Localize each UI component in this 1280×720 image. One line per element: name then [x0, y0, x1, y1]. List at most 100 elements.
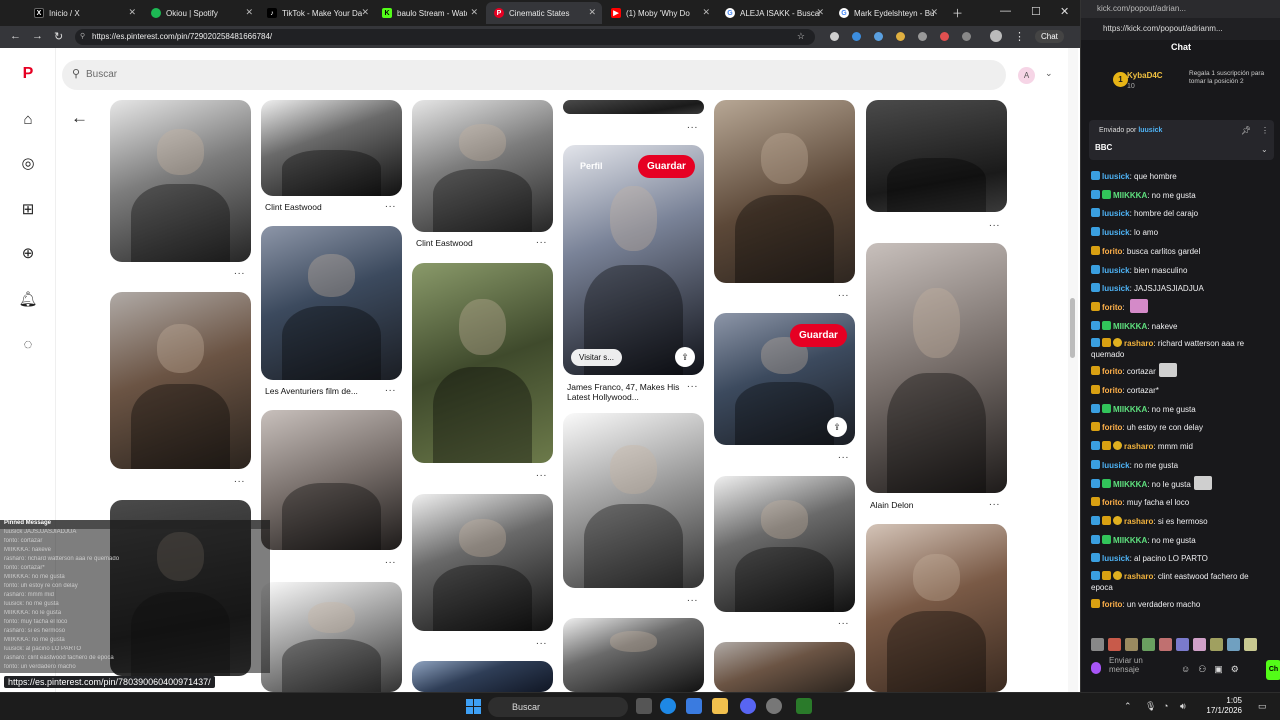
forward-icon[interactable]: → — [32, 30, 43, 42]
pinned-message[interactable]: Enviado por luusick 📌︎ ⋮ BBC ⌄ — [1089, 120, 1274, 160]
pin-image[interactable] — [261, 100, 402, 196]
close-icon[interactable]: ✕ — [361, 7, 369, 18]
avatar[interactable]: A — [1018, 67, 1035, 84]
pin-image[interactable] — [714, 476, 855, 612]
more-options-icon[interactable]: ... — [838, 450, 849, 461]
pin-image[interactable] — [261, 582, 402, 692]
pin-image[interactable] — [563, 413, 704, 588]
obs-icon[interactable] — [766, 698, 782, 714]
chat-message[interactable]: luusick: JAJSJJASJIADJUA — [1091, 280, 1271, 299]
tab-x[interactable]: X Inicio / X ✕ — [26, 2, 142, 24]
chat-message[interactable]: luusick: que hombre — [1091, 168, 1271, 187]
more-options-icon[interactable]: ... — [536, 468, 547, 479]
more-options-icon[interactable]: ... — [536, 636, 547, 647]
chat-message[interactable]: luusick: al pacino LO PARTO — [1091, 550, 1271, 569]
pin-image[interactable] — [412, 263, 553, 463]
tab-tiktok[interactable]: ♪ TikTok - Make Your Day ✕ — [259, 2, 375, 24]
scrollbar-thumb[interactable] — [1070, 298, 1075, 358]
chat-message[interactable]: luusick: lo amo — [1091, 224, 1271, 243]
pin-icon[interactable]: 📌︎ — [1241, 126, 1251, 135]
chat-username[interactable]: luusick — [1102, 209, 1130, 218]
send-button[interactable]: Ch — [1266, 660, 1280, 680]
chat-message[interactable]: luusick: bien masculino — [1091, 262, 1271, 281]
pin-image[interactable] — [563, 100, 704, 114]
profile-icon[interactable] — [990, 30, 1002, 42]
more-options-icon[interactable]: ⋮ — [1261, 126, 1269, 135]
pin-image-hovered[interactable]: Guardar ⇪ — [714, 313, 855, 445]
mic-icon[interactable]: 🎙︎ — [1145, 701, 1156, 712]
extension-icon[interactable] — [852, 32, 861, 41]
clock[interactable]: 1:05 17/1/2026 — [1202, 696, 1242, 716]
minimize-icon[interactable]: — — [1000, 5, 1011, 17]
store-icon[interactable] — [686, 698, 702, 714]
chat-message[interactable]: forito: muy facha el loco — [1091, 494, 1271, 513]
chat-username[interactable]: MIIKKKA — [1113, 536, 1147, 545]
chat-username[interactable]: luusick — [1102, 172, 1130, 181]
back-icon[interactable]: ← — [10, 30, 21, 42]
pin-image[interactable] — [866, 100, 1007, 212]
close-icon[interactable]: ✕ — [470, 7, 478, 18]
popout-address[interactable]: https://kick.com/popout/adrianm... — [1081, 18, 1280, 40]
chat-username[interactable]: forito — [1102, 367, 1122, 376]
menu-dots-icon[interactable]: ⋮ — [1014, 30, 1025, 43]
scrollbar[interactable] — [1068, 48, 1078, 692]
users-icon[interactable]: ⚇ — [1198, 664, 1206, 675]
chat-message[interactable]: MIIKKKA: no le gusta — [1091, 475, 1271, 495]
extension-icon[interactable] — [940, 32, 949, 41]
more-options-icon[interactable]: ... — [687, 120, 698, 131]
chevron-up-icon[interactable]: ⌃ — [1124, 701, 1132, 712]
search-bar[interactable]: ⚲ Buscar — [62, 60, 1006, 90]
chat-message-list[interactable]: luusick: que hombre MIIKKKA: no me gusta l… — [1091, 168, 1271, 638]
tab-kick[interactable]: K baulo Stream - Watch L ✕ — [374, 2, 484, 24]
pinterest-logo-icon[interactable]: P — [18, 64, 38, 84]
extension-icon[interactable] — [962, 32, 971, 41]
pin-image[interactable] — [110, 100, 251, 262]
tab-youtube[interactable]: ▶ (1) Moby 'Why Do ✕ — [603, 2, 716, 24]
more-options-icon[interactable]: ... — [536, 235, 547, 246]
extension-icon[interactable] — [874, 32, 883, 41]
chat-username[interactable]: luusick — [1102, 554, 1130, 563]
chevron-down-icon[interactable]: ⌄ — [1045, 68, 1053, 79]
chat-message[interactable]: rasharo: mmm mid — [1091, 438, 1271, 457]
chat-message[interactable]: forito: cortazar* — [1091, 382, 1271, 401]
chat-message[interactable]: rasharo: clint eastwood fachero de epoca — [1091, 569, 1271, 596]
pin-image[interactable] — [412, 494, 553, 631]
chat-message[interactable]: rasharo: richard watterson aaa re quemad… — [1091, 336, 1271, 363]
chat-username[interactable]: rasharo — [1124, 339, 1153, 348]
create-icon[interactable]: ⊕ — [18, 244, 38, 264]
explore-icon[interactable]: ◎ — [18, 154, 38, 174]
more-options-icon[interactable]: ... — [234, 474, 245, 485]
chat-username[interactable]: rasharo — [1124, 442, 1153, 451]
tab-google-mark[interactable]: G Mark Eydelshteyn - Bus ✕ — [831, 2, 944, 24]
windows-start-icon[interactable] — [466, 699, 481, 714]
pin-image[interactable] — [261, 226, 402, 380]
chat-username[interactable]: forito — [1102, 247, 1122, 256]
mic-icon[interactable] — [1091, 662, 1101, 674]
more-options-icon[interactable]: ... — [234, 266, 245, 277]
chat-message[interactable]: luusick: hombre del carajo — [1091, 205, 1271, 224]
close-icon[interactable]: ✕ — [930, 7, 938, 18]
chat-username[interactable]: luusick — [1102, 266, 1130, 275]
close-icon[interactable]: ✕ — [128, 7, 136, 18]
taskbar-search[interactable]: Buscar — [488, 697, 628, 717]
chat-message[interactable]: MIIKKKA: no me gusta — [1091, 187, 1271, 206]
gift-sub-leaderboard[interactable]: 1 KybaD4C 10 Regala 1 suscripción para t… — [1087, 62, 1275, 112]
close-icon[interactable]: ✕ — [816, 7, 824, 18]
network-icon[interactable]: ◔ — [1163, 701, 1168, 711]
more-options-icon[interactable]: ... — [385, 383, 396, 394]
chat-username[interactable]: forito — [1102, 386, 1122, 395]
chat-message[interactable]: forito: cortazar — [1091, 363, 1271, 382]
pin-image[interactable] — [714, 100, 855, 283]
more-options-icon[interactable]: ... — [687, 593, 698, 604]
maximize-icon[interactable]: ☐ — [1031, 5, 1041, 18]
chat-message[interactable]: forito: uh estoy re con delay — [1091, 419, 1271, 438]
visit-site-button[interactable]: Visitar s... — [571, 349, 622, 366]
chat-username[interactable]: forito — [1102, 423, 1122, 432]
pin-image[interactable] — [866, 243, 1007, 493]
messages-icon[interactable]: ◌ — [18, 335, 38, 355]
url-field[interactable]: ⚲ https://es.pinterest.com/pin/729020258… — [75, 29, 815, 45]
chat-username[interactable]: forito — [1102, 600, 1122, 609]
chat-message[interactable]: MIIKKKA: no me gusta — [1091, 401, 1271, 420]
pin-image[interactable] — [866, 524, 1007, 692]
profile-dropdown[interactable]: Perfil — [580, 161, 603, 171]
